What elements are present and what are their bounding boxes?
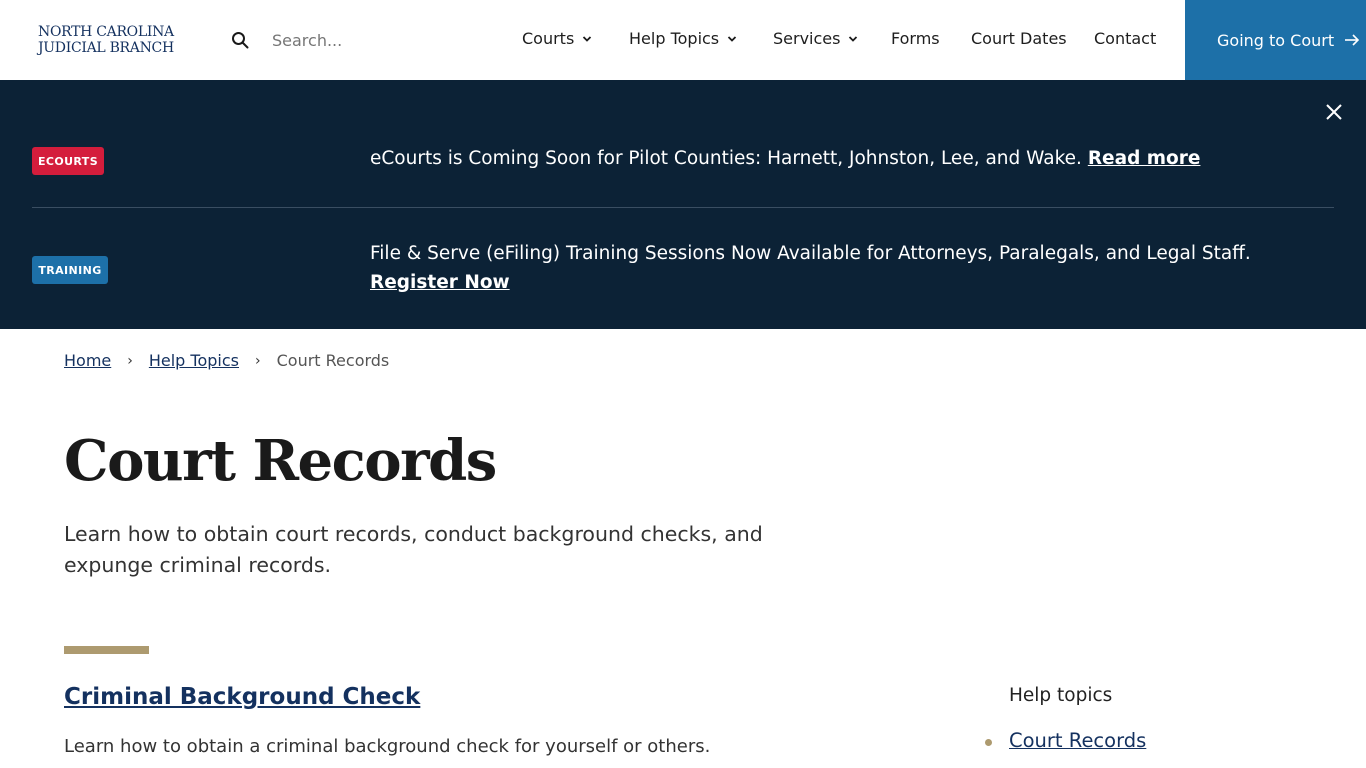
training-badge: TRAINING	[32, 256, 108, 284]
nav-courts-label: Courts	[522, 29, 575, 48]
page-intro: Learn how to obtain court records, condu…	[64, 522, 763, 577]
nav-contact-label: Contact	[1094, 29, 1157, 48]
alert-divider	[32, 207, 1334, 208]
nav-help-topics-label: Help Topics	[629, 29, 720, 48]
search-icon[interactable]	[231, 31, 249, 49]
chevron-down-icon	[583, 35, 592, 42]
sidebar-link-court-records[interactable]: Court Records	[1009, 729, 1146, 752]
accent-bar	[64, 646, 149, 654]
sidebar-heading: Help topics	[1009, 685, 1113, 706]
page-title: Court Records	[64, 428, 497, 494]
alert-ecourts-text: eCourts is Coming Soon for Pilot Countie…	[370, 148, 1082, 169]
card-description: Learn how to obtain a criminal backgroun…	[64, 736, 711, 757]
site-logo[interactable]: NORTH CAROLINA JUDICIAL BRANCH	[38, 24, 188, 56]
site-header: NORTH CAROLINA JUDICIAL BRANCH Courts He…	[0, 0, 1366, 80]
alert-training: File & Serve (eFiling) Training Sessions…	[370, 239, 1310, 297]
alert-ecourts: eCourts is Coming Soon for Pilot Countie…	[370, 144, 1330, 173]
nav-services-label: Services	[773, 29, 841, 48]
logo-line-2: JUDICIAL BRANCH	[38, 40, 174, 56]
going-to-court-label: Going to Court	[1217, 30, 1335, 50]
nav-services[interactable]: Services	[773, 29, 858, 48]
alert-ecourts-link[interactable]: Read more	[1088, 148, 1201, 169]
nav-forms-label: Forms	[891, 29, 940, 48]
breadcrumb: Home › Help Topics › Court Records	[64, 351, 389, 370]
going-to-court-button[interactable]: Going to Court	[1185, 0, 1366, 80]
chevron-right-icon: ›	[255, 352, 261, 369]
nav-forms[interactable]: Forms	[891, 29, 940, 48]
logo-line-1: NORTH CAROLINA	[38, 24, 174, 40]
alert-training-text: File & Serve (eFiling) Training Sessions…	[370, 243, 1251, 264]
nav-court-dates[interactable]: Court Dates	[971, 29, 1067, 48]
breadcrumb-home[interactable]: Home	[64, 351, 111, 370]
chevron-down-icon	[728, 35, 737, 42]
close-icon[interactable]	[1324, 102, 1344, 122]
breadcrumb-help-topics[interactable]: Help Topics	[149, 351, 239, 370]
nav-court-dates-label: Court Dates	[971, 29, 1067, 48]
bullet-icon	[985, 739, 992, 746]
breadcrumb-current: Court Records	[276, 351, 390, 370]
chevron-right-icon: ›	[127, 352, 133, 369]
ecourts-badge: ECOURTS	[32, 147, 104, 175]
alert-training-link[interactable]: Register Now	[370, 272, 510, 293]
nav-help-topics[interactable]: Help Topics	[629, 29, 737, 48]
arrow-right-icon	[1345, 34, 1360, 46]
criminal-background-check-link[interactable]: Criminal Background Check	[64, 684, 420, 710]
nav-contact[interactable]: Contact	[1094, 29, 1156, 48]
search-input[interactable]	[262, 26, 462, 54]
chevron-down-icon	[849, 35, 858, 42]
nav-courts[interactable]: Courts	[522, 29, 592, 48]
